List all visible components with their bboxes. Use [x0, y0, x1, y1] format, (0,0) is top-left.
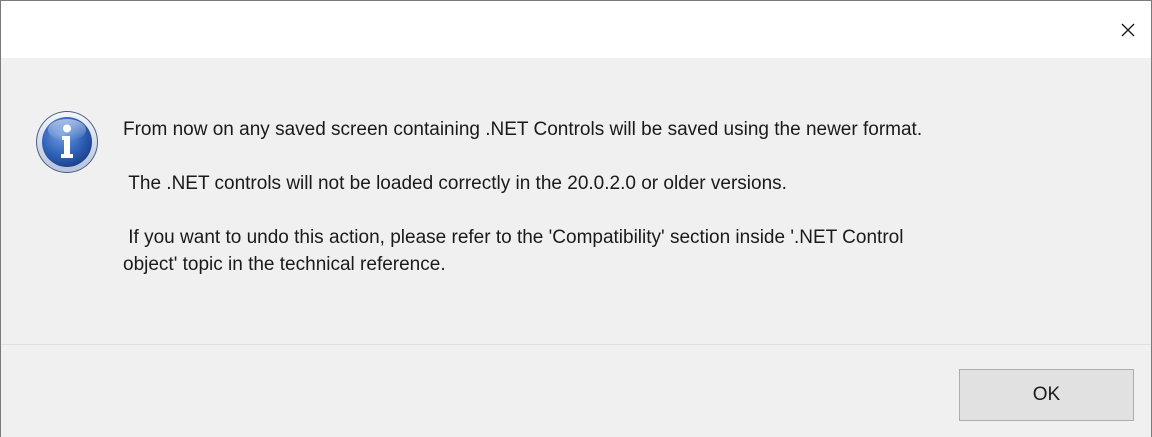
- dialog-content: From now on any saved screen containing …: [1, 58, 1151, 344]
- message-dialog: From now on any saved screen containing …: [0, 0, 1152, 437]
- close-icon: [1121, 23, 1135, 36]
- button-bar: OK: [1, 344, 1151, 437]
- ok-button[interactable]: OK: [959, 369, 1134, 421]
- close-button[interactable]: [1105, 1, 1151, 58]
- message-line-undo: If you want to undo this action, please …: [123, 224, 1123, 278]
- message-line-format: From now on any saved screen containing …: [123, 119, 923, 140]
- message-line-undo-part2: object' topic in the technical reference…: [123, 254, 446, 275]
- message-line-undo-part1: If you want to undo this action, please …: [123, 227, 904, 248]
- information-icon: [36, 111, 98, 173]
- title-bar: [1, 1, 1151, 58]
- message-text: From now on any saved screen containing …: [123, 116, 1123, 278]
- message-line-compatibility: The .NET controls will not be loaded cor…: [123, 173, 787, 194]
